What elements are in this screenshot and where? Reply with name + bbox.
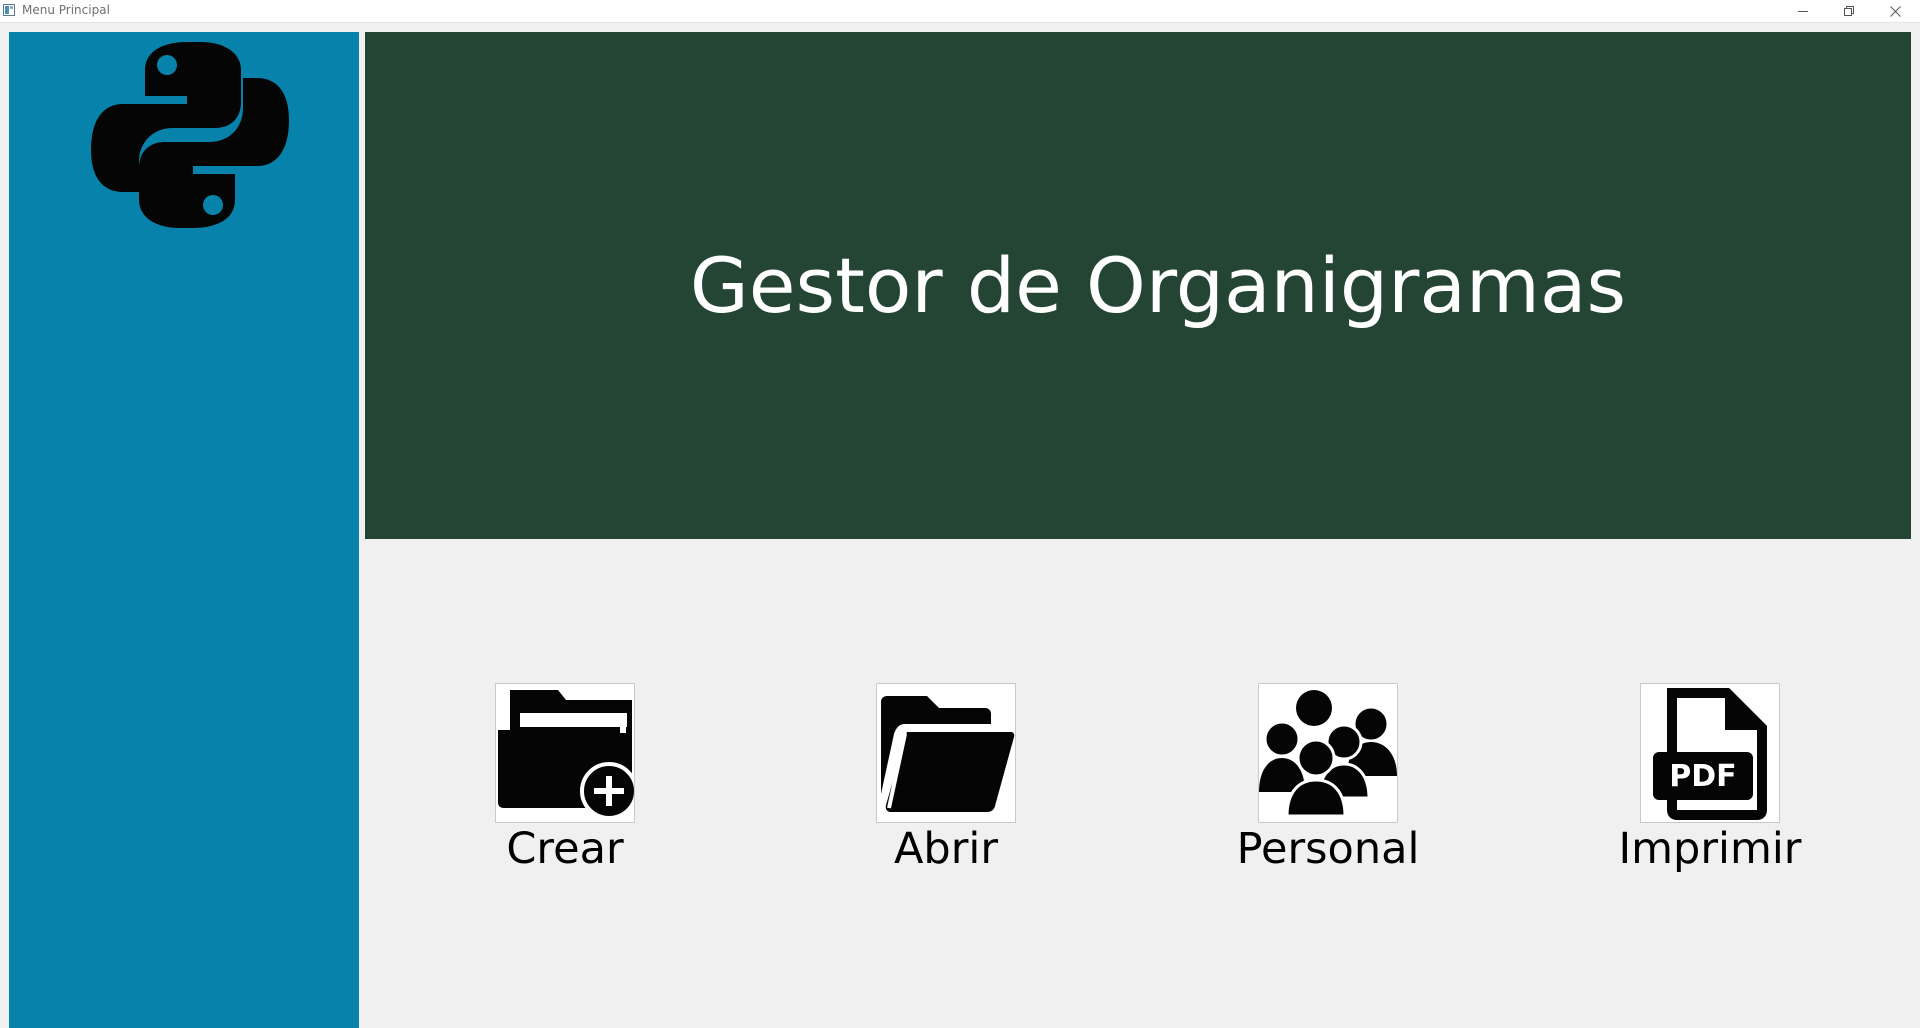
create-button[interactable] — [495, 683, 635, 823]
restore-icon — [1843, 5, 1854, 16]
open-folder-icon — [881, 696, 1015, 812]
minimize-button[interactable] — [1780, 0, 1826, 22]
title-bar[interactable]: Menu Principal — [0, 0, 1920, 22]
open-label: Abrir — [893, 824, 998, 874]
title-bar-divider — [0, 22, 1920, 23]
header-banner: Gestor de Organigramas — [365, 32, 1911, 539]
open-button[interactable] — [876, 683, 1016, 823]
restore-button[interactable] — [1826, 0, 1872, 22]
close-button[interactable] — [1872, 0, 1918, 22]
new-folder-icon — [498, 690, 634, 820]
app-title: Gestor de Organigramas — [689, 241, 1627, 330]
create-label: Crear — [506, 824, 624, 874]
print-action: PDF Imprimir — [1590, 683, 1830, 883]
print-button[interactable]: PDF — [1640, 683, 1780, 823]
create-action: Crear — [445, 683, 685, 883]
svg-text:PDF: PDF — [1669, 759, 1736, 794]
personal-label: Personal — [1236, 824, 1420, 874]
minimize-icon — [1797, 10, 1808, 12]
print-label: Imprimir — [1618, 824, 1802, 874]
close-icon — [1889, 5, 1901, 17]
people-group-icon — [1259, 690, 1397, 818]
personal-button[interactable] — [1258, 683, 1398, 823]
pdf-file-icon: PDF — [1653, 688, 1767, 820]
personal-action: Personal — [1208, 683, 1448, 883]
app-icon — [3, 4, 15, 16]
sidebar — [9, 32, 359, 1028]
open-action: Abrir — [826, 683, 1066, 883]
main-window: Menu Principal Gestor de Organigramas Cr… — [0, 0, 1920, 1028]
python-logo-icon — [91, 42, 289, 228]
window-title: Menu Principal — [22, 3, 110, 17]
